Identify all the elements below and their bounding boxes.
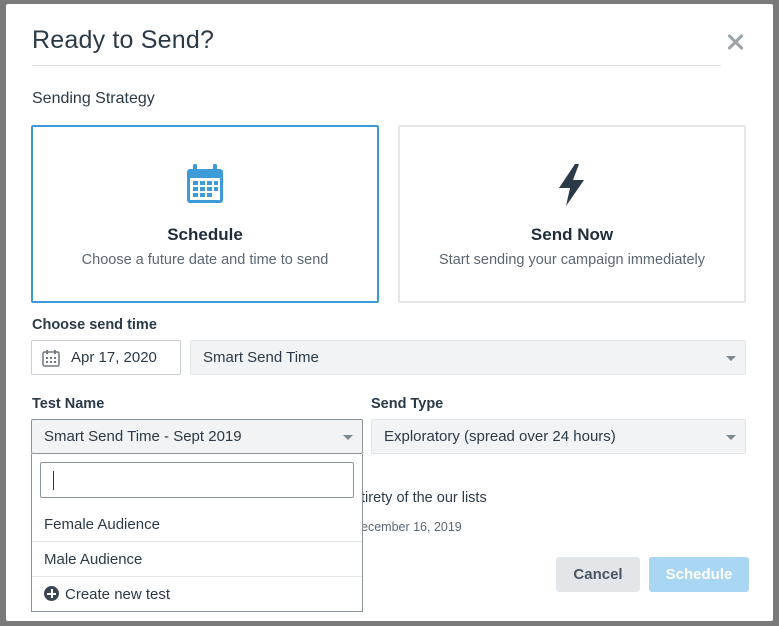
lightning-icon xyxy=(400,163,744,209)
send-time-value: Smart Send Time xyxy=(203,349,319,366)
test-name-select[interactable]: Smart Send Time - Sept 2019 xyxy=(31,419,363,454)
schedule-card-title: Schedule xyxy=(167,225,243,244)
schedule-card-description: Choose a future date and time to send xyxy=(81,252,329,268)
send-time-select[interactable]: Smart Send Time xyxy=(190,340,746,375)
schedule-button[interactable]: Schedule xyxy=(649,557,749,592)
dropdown-option-female-audience[interactable]: Female Audience xyxy=(32,507,362,542)
calendar-small-icon xyxy=(42,350,60,367)
info-text: tirety of the our lists xyxy=(361,490,487,506)
test-search-input[interactable] xyxy=(40,462,354,498)
send-type-select[interactable]: Exploratory (spread over 24 hours) xyxy=(371,419,746,454)
create-new-test-label: Create new test xyxy=(65,586,171,603)
modal-title: Ready to Send? xyxy=(32,26,215,54)
chevron-down-icon xyxy=(726,356,736,361)
send-type-value: Exploratory (spread over 24 hours) xyxy=(384,428,616,445)
text-cursor xyxy=(53,471,54,490)
sending-strategy-label: Sending Strategy xyxy=(32,90,155,107)
ready-to-send-modal: Ready to Send? Sending Strategy Schedule… xyxy=(6,4,773,621)
cancel-button[interactable]: Cancel xyxy=(556,557,640,592)
dropdown-option-male-audience[interactable]: Male Audience xyxy=(32,542,362,577)
schedule-card[interactable]: Schedule Choose a future date and time t… xyxy=(31,125,379,303)
date-value: Apr 17, 2020 xyxy=(71,349,157,366)
test-name-label: Test Name xyxy=(32,396,105,412)
test-name-value: Smart Send Time - Sept 2019 xyxy=(44,428,242,445)
choose-send-time-label: Choose send time xyxy=(32,317,157,333)
send-now-card[interactable]: Send Now Start sending your campaign imm… xyxy=(398,125,746,303)
send-now-card-title: Send Now xyxy=(530,225,614,244)
calendar-icon xyxy=(33,163,377,209)
plus-circle-icon xyxy=(44,586,59,601)
send-now-card-description: Start sending your campaign immediately xyxy=(439,252,705,268)
title-divider xyxy=(32,65,721,66)
send-type-label: Send Type xyxy=(371,396,444,412)
test-name-dropdown: Female Audience Male Audience Create new… xyxy=(31,454,363,612)
date-picker-input[interactable]: Apr 17, 2020 xyxy=(31,340,181,375)
chevron-down-icon xyxy=(726,435,736,440)
create-new-test-option[interactable]: Create new test xyxy=(32,577,362,612)
info-date: ecember 16, 2019 xyxy=(361,520,462,534)
close-icon[interactable] xyxy=(724,31,746,53)
chevron-down-icon xyxy=(343,435,353,440)
